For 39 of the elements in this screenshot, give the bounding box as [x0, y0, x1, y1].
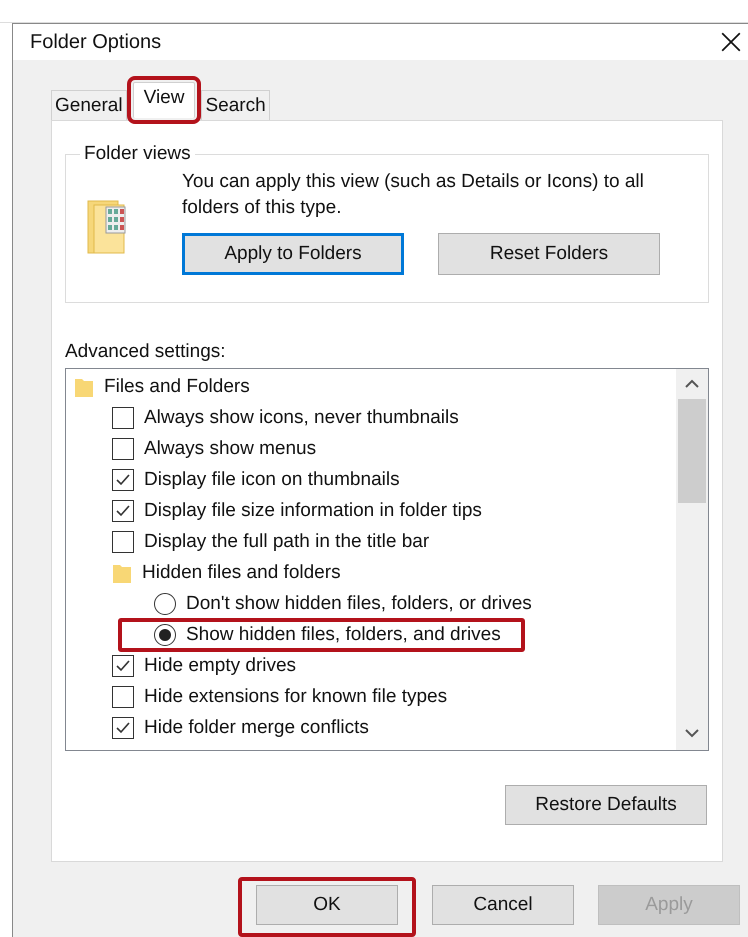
checkbox-label: Hide empty drives: [144, 654, 296, 676]
checkbox-label: Hide folder merge conflicts: [144, 716, 369, 738]
checkbox[interactable]: [112, 468, 134, 490]
scroll-up-icon[interactable]: [684, 379, 700, 389]
dialog-button[interactable]: Cancel: [432, 885, 574, 925]
restore-defaults-button[interactable]: Restore Defaults: [505, 785, 707, 825]
radio-button[interactable]: [154, 624, 176, 646]
group-label: Hidden files and folders: [142, 562, 341, 584]
folder-button[interactable]: Reset Folders: [438, 233, 660, 275]
checkbox-label: Always show icons, never thumbnails: [144, 406, 459, 428]
checkbox[interactable]: [112, 406, 134, 428]
section-label: Advanced settings:: [65, 341, 227, 363]
checkbox[interactable]: [112, 438, 134, 460]
checkbox-label: Hide extensions for known file types: [144, 686, 448, 708]
checkbox[interactable]: [112, 654, 134, 676]
checkbox-label: Display file size information in folder tips: [144, 500, 482, 522]
tab[interactable]: Search: [201, 90, 270, 120]
tab[interactable]: General: [51, 90, 127, 120]
dialog-button[interactable]: OK: [256, 885, 398, 925]
radio-label: Show hidden files, folders, and drives: [186, 624, 501, 646]
group-label: Files and Folders: [104, 376, 250, 398]
window-title: Folder Options: [30, 30, 162, 54]
checkbox[interactable]: [112, 530, 134, 552]
radio-button[interactable]: [154, 592, 176, 614]
close-icon[interactable]: [720, 31, 742, 53]
checkbox[interactable]: [112, 686, 134, 708]
checkbox-label: Always show menus: [144, 438, 316, 460]
scroll-thumb[interactable]: [678, 399, 706, 503]
checkbox[interactable]: [112, 500, 134, 522]
description-text: You can apply this view (such as Details or Icons) to all folders of this type.: [182, 170, 645, 220]
folder-icon: [86, 199, 126, 255]
folder-button[interactable]: Apply to Folders: [182, 233, 404, 275]
group-title: Folder views: [83, 143, 192, 165]
radio-label: Don't show hidden files, folders, or drives: [186, 592, 532, 614]
checkbox[interactable]: [112, 716, 134, 738]
scroll-down-icon[interactable]: [684, 728, 700, 738]
scrollbar[interactable]: [676, 369, 708, 750]
checkbox-label: Display the full path in the title bar: [144, 530, 430, 552]
checkbox-label: Display file icon on thumbnails: [144, 468, 400, 490]
